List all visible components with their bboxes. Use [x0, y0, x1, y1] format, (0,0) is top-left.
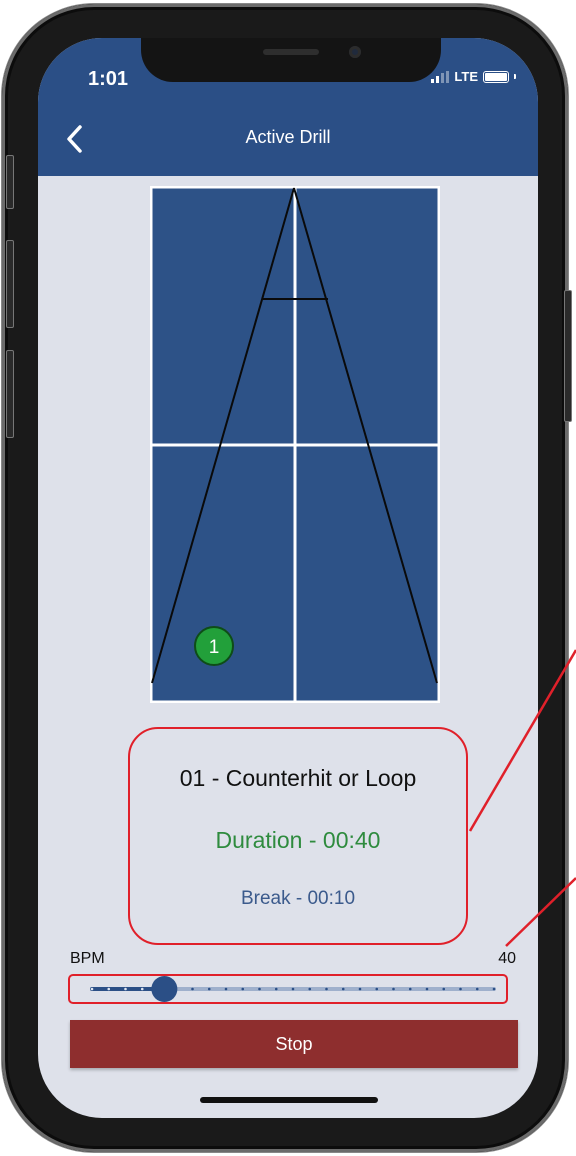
slider-tick	[224, 987, 228, 991]
table-diagram: 1	[150, 186, 440, 703]
volume-up-button	[6, 240, 14, 328]
bpm-slider[interactable]	[70, 976, 506, 1002]
slider-tick	[341, 987, 345, 991]
slider-tick	[358, 987, 362, 991]
slider-tick	[459, 987, 462, 991]
slider-tick	[308, 987, 312, 991]
bpm-slider-frame	[68, 974, 508, 1004]
slider-tick	[274, 987, 278, 991]
home-indicator	[200, 1097, 378, 1103]
screen: 1:01 LTE Active Drill 1 01 - Counterhit …	[38, 38, 538, 1118]
drill-duration: Duration - 00:40	[215, 827, 381, 853]
slider-tick	[207, 987, 211, 991]
status-bar: 1:01 LTE	[38, 38, 538, 110]
slider-tick	[408, 987, 412, 991]
slider-tick	[325, 987, 328, 991]
volume-down-button	[6, 350, 14, 438]
nav-bar: Active Drill	[38, 110, 538, 176]
power-button	[564, 290, 572, 422]
speaker-grille	[263, 49, 319, 55]
page-title: Active Drill	[245, 127, 331, 147]
bpm-value: 40	[498, 950, 516, 967]
ball-number: 1	[209, 637, 220, 658]
slider-tick	[425, 987, 429, 991]
slider-thumb[interactable]	[151, 976, 178, 1002]
mute-switch	[6, 155, 14, 209]
slider-tick	[475, 987, 479, 991]
status-indicators: LTE	[431, 69, 516, 84]
front-camera	[349, 46, 361, 58]
signal-icon	[431, 70, 450, 83]
slider-tick	[442, 987, 446, 991]
battery-icon	[483, 70, 509, 83]
slider-tick	[191, 987, 194, 991]
drill-name: 01 - Counterhit or Loop	[179, 765, 417, 791]
slider-tick	[392, 987, 395, 991]
slider-tick	[90, 987, 94, 991]
battery-tip	[514, 74, 516, 79]
slider-tick	[492, 987, 496, 991]
slider-tick	[258, 987, 261, 991]
status-time: 1:01	[88, 68, 129, 90]
slider-tick	[241, 987, 245, 991]
bpm-label: BPM	[70, 950, 105, 967]
slider-tick	[140, 987, 144, 991]
slider-tick	[107, 987, 111, 991]
notch	[141, 38, 441, 82]
drill-info-card: 01 - Counterhit or Loop Duration - 00:40…	[128, 727, 468, 945]
network-label: LTE	[454, 69, 478, 84]
slider-tick	[291, 987, 295, 991]
slider-tick	[124, 987, 127, 991]
slider-tick	[375, 987, 379, 991]
stop-button[interactable]: Stop	[70, 1020, 518, 1068]
drill-break: Break - 00:10	[240, 888, 356, 909]
